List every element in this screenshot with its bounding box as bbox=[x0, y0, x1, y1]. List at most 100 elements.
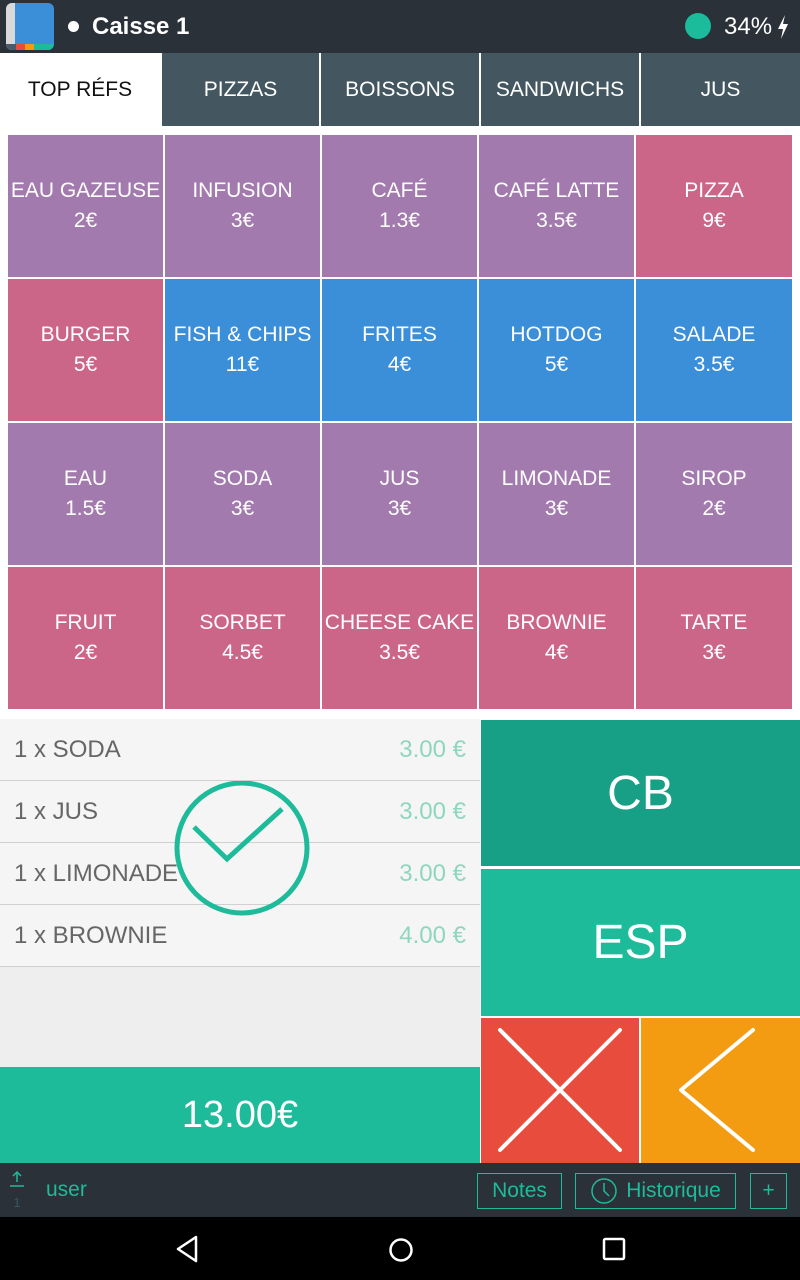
battery-level: 34% bbox=[724, 13, 773, 40]
app-logo-icon[interactable] bbox=[6, 3, 54, 50]
product-name: INFUSION bbox=[192, 179, 293, 202]
order-line-label: 1 x SODA bbox=[14, 736, 121, 763]
notes-label: Notes bbox=[492, 1179, 547, 1202]
product-price: 5€ bbox=[544, 353, 569, 376]
product-name: FRUIT bbox=[54, 611, 117, 634]
category-tabs: TOP RÉFS PIZZAS BOISSONS SANDWICHS JUS bbox=[0, 53, 800, 128]
product-name: EAU GAZEUSE bbox=[10, 179, 161, 202]
product-tile[interactable]: SIROP 2€ bbox=[636, 423, 792, 565]
add-label: + bbox=[762, 1179, 775, 1202]
order-total: 13.00€ bbox=[0, 1067, 480, 1163]
product-name: BROWNIE bbox=[506, 611, 607, 634]
charging-bolt-icon bbox=[778, 15, 788, 39]
tab-label: PIZZAS bbox=[203, 77, 278, 101]
product-name: SALADE bbox=[672, 323, 756, 346]
product-tile[interactable]: SALADE 3.5€ bbox=[636, 279, 792, 421]
product-name: CAFÉ LATTE bbox=[493, 179, 620, 202]
product-tile[interactable]: EAU 1.5€ bbox=[8, 423, 163, 565]
product-tile[interactable]: CHEESE CAKE 3.5€ bbox=[322, 567, 477, 709]
clock-icon bbox=[591, 1178, 617, 1204]
product-tile[interactable]: TARTE 3€ bbox=[636, 567, 792, 709]
card-payment-label: CB bbox=[607, 766, 674, 820]
order-line-amount: 3.00 € bbox=[399, 736, 466, 763]
product-tile[interactable]: SODA 3€ bbox=[165, 423, 320, 565]
product-price: 3€ bbox=[702, 641, 726, 664]
product-price: 1.3€ bbox=[379, 209, 420, 232]
register-title: Caisse 1 bbox=[92, 13, 190, 40]
history-label: Historique bbox=[626, 1179, 721, 1202]
card-payment-button[interactable]: CB bbox=[481, 720, 800, 866]
product-tile[interactable]: INFUSION 3€ bbox=[165, 135, 320, 277]
product-name: SODA bbox=[212, 467, 273, 490]
product-tile[interactable]: CAFÉ LATTE 3.5€ bbox=[479, 135, 634, 277]
product-tile[interactable]: FISH & CHIPS 11€ bbox=[165, 279, 320, 421]
sync-upload-icon[interactable] bbox=[8, 1169, 26, 1189]
product-tile[interactable]: BURGER 5€ bbox=[8, 279, 163, 421]
order-line-label: 1 x JUS bbox=[14, 798, 99, 825]
product-tile[interactable]: CAFÉ 1.3€ bbox=[322, 135, 477, 277]
product-price: 2€ bbox=[73, 641, 98, 664]
bottom-toolbar: 1 user Notes Historique + bbox=[0, 1163, 800, 1217]
product-name: TARTE bbox=[680, 611, 748, 634]
product-price: 3€ bbox=[230, 209, 255, 232]
product-tile[interactable]: LIMONADE 3€ bbox=[479, 423, 634, 565]
product-tile[interactable]: SORBET 4.5€ bbox=[165, 567, 320, 709]
home-icon[interactable] bbox=[388, 1237, 414, 1263]
product-price: 4€ bbox=[387, 353, 412, 376]
tab-label: TOP RÉFS bbox=[27, 77, 133, 101]
product-price: 3.5€ bbox=[536, 209, 577, 232]
product-price: 4€ bbox=[544, 641, 569, 664]
order-line-label: 1 x LIMONADE bbox=[14, 860, 179, 887]
product-name: JUS bbox=[379, 467, 420, 490]
product-price: 9€ bbox=[702, 209, 726, 232]
product-tile[interactable]: JUS 3€ bbox=[322, 423, 477, 565]
product-price: 3€ bbox=[230, 497, 255, 520]
product-tile[interactable]: FRUIT 2€ bbox=[8, 567, 163, 709]
tab-sandwichs[interactable]: SANDWICHS bbox=[481, 53, 639, 126]
product-price: 2€ bbox=[702, 497, 726, 520]
cash-payment-button[interactable]: ESP bbox=[481, 869, 800, 1016]
product-price: 3.5€ bbox=[379, 641, 420, 664]
product-price: 2€ bbox=[73, 209, 98, 232]
tab-label: JUS bbox=[700, 77, 741, 101]
register-status-dot-icon bbox=[68, 21, 79, 32]
product-tile[interactable]: FRITES 4€ bbox=[322, 279, 477, 421]
check-circle-icon bbox=[174, 781, 310, 916]
product-name: LIMONADE bbox=[501, 467, 612, 490]
tab-pizzas[interactable]: PIZZAS bbox=[162, 53, 319, 126]
product-price: 3€ bbox=[387, 497, 412, 520]
remove-last-item-button[interactable] bbox=[641, 1018, 800, 1163]
product-price: 4.5€ bbox=[222, 641, 263, 664]
notes-button[interactable]: Notes bbox=[477, 1173, 562, 1209]
product-tile[interactable]: PIZZA 9€ bbox=[636, 135, 792, 277]
order-line[interactable]: 1 x SODA 3.00 € bbox=[0, 719, 480, 781]
close-icon bbox=[498, 1028, 622, 1152]
order-line-amount: 4.00 € bbox=[399, 922, 466, 949]
product-tile[interactable]: HOTDOG 5€ bbox=[479, 279, 634, 421]
back-icon[interactable] bbox=[174, 1235, 200, 1263]
current-user[interactable]: user bbox=[46, 1175, 87, 1205]
recents-icon[interactable] bbox=[602, 1237, 626, 1261]
chevron-left-icon bbox=[679, 1028, 755, 1152]
history-button[interactable]: Historique bbox=[575, 1173, 736, 1209]
product-name: PIZZA bbox=[684, 179, 744, 202]
system-nav-bar bbox=[0, 1217, 800, 1280]
tab-jus[interactable]: JUS bbox=[641, 53, 800, 126]
tab-label: BOISSONS bbox=[345, 77, 455, 101]
total-amount: 13.00€ bbox=[181, 1093, 299, 1136]
product-name: CAFÉ bbox=[371, 179, 428, 202]
tab-top-refs[interactable]: TOP RÉFS bbox=[0, 53, 160, 126]
add-button[interactable]: + bbox=[750, 1173, 787, 1209]
product-price: 1.5€ bbox=[65, 497, 106, 520]
cancel-order-button[interactable] bbox=[481, 1018, 639, 1163]
title-bar: Caisse 1 34% bbox=[0, 0, 800, 53]
order-line-amount: 3.00 € bbox=[399, 798, 466, 825]
tab-boissons[interactable]: BOISSONS bbox=[321, 53, 479, 126]
product-price: 3€ bbox=[544, 497, 569, 520]
product-price: 5€ bbox=[73, 353, 98, 376]
product-tile[interactable]: BROWNIE 4€ bbox=[479, 567, 634, 709]
cash-payment-label: ESP bbox=[592, 916, 689, 969]
product-tile[interactable]: EAU GAZEUSE 2€ bbox=[8, 135, 163, 277]
product-name: SIROP bbox=[681, 467, 747, 490]
tab-label: SANDWICHS bbox=[495, 77, 625, 101]
